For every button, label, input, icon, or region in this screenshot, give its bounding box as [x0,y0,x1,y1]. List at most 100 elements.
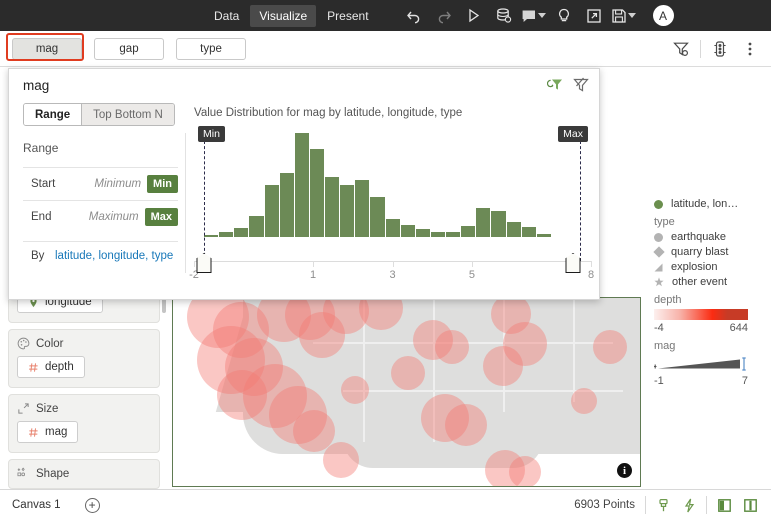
field-pill-label: mag [45,426,68,438]
card-label-color: Color [36,337,64,350]
map-view[interactable]: i [172,297,641,487]
histogram-bar [370,197,385,237]
mag-size-ramp [654,355,748,373]
application-window: Data Visualize Present A mag gap type lo… [0,0,771,520]
sidebar-card-color[interactable]: Color depth [8,329,160,388]
chevron-down-icon[interactable] [628,13,637,18]
legend-mag-header: mag [654,340,676,352]
popup-header-actions [547,77,589,98]
bulb-icon[interactable] [549,0,579,31]
redo-icon[interactable] [429,0,459,31]
export-icon[interactable] [579,0,609,31]
panel-right-icon[interactable] [737,492,763,518]
run-icon[interactable] [459,0,489,31]
histogram-bar [400,224,415,237]
top-icon-group: A [399,0,674,31]
shape-icon [17,467,26,477]
histogram-bar [219,231,234,237]
filter-mode-range[interactable]: Range [24,104,82,125]
histogram-bar [279,172,294,237]
axis-tick-label: 8 [587,269,595,281]
range-start-input[interactable]: Minimum [69,178,147,190]
database-icon[interactable] [489,0,519,31]
filter-tab-gap[interactable]: gap [94,37,164,60]
card-label-size: Size [36,402,59,415]
brush-icon[interactable] [650,492,676,518]
clear-filter-icon[interactable] [573,77,589,98]
panel-left-icon[interactable] [711,492,737,518]
popup-divider [185,133,186,273]
axis-tick [313,261,315,267]
lightning-icon[interactable] [676,492,702,518]
topnav-data[interactable]: Data [205,5,248,27]
traffic-light-icon[interactable] [705,34,735,64]
histogram-bar [340,185,355,237]
axis-tick-label: 1 [310,269,317,281]
value-distribution-chart: Value Distribution for mag by latitude, … [189,107,594,291]
by-value-link[interactable]: latitude, longitude, type [55,250,173,262]
sidebar-card-size[interactable]: Size mag [8,394,160,453]
range-start-label: Start [31,178,56,190]
histogram-bar [325,176,340,237]
chart-plot-area: -2 1 3 5 8 Min Max [189,126,594,281]
axis-tick-label: 3 [389,269,396,281]
hash-icon [29,427,38,437]
range-start-min-button[interactable]: Min [147,175,178,193]
axis-tick [392,261,394,267]
sidebar-card-shape[interactable]: Shape [8,459,160,489]
chart-tick-labels: -2 1 3 5 8 [189,269,595,283]
canvas-label[interactable]: Canvas 1 [12,499,61,511]
range-row-start: Start Minimum Min [23,167,178,200]
map-point [509,456,541,486]
topnav-present[interactable]: Present [318,5,377,27]
apply-filter-icon[interactable] [547,77,563,98]
range-end-input[interactable]: Maximum [69,211,145,223]
hash-icon [29,362,38,372]
field-pill-mag[interactable]: mag [17,421,79,443]
map-point [571,388,597,414]
filter-tab-type[interactable]: type [176,37,246,60]
card-title-shape: Shape [17,467,151,480]
legend-type-earthquake: earthquake [654,231,771,243]
histogram-bar [430,231,445,237]
depth-ramp-labels: -4 644 [654,322,748,334]
field-pill-depth[interactable]: depth [17,356,85,378]
save-icon[interactable] [609,0,639,31]
filter-settings-icon[interactable] [666,34,696,64]
filter-tab-mag[interactable]: mag [12,37,82,60]
map-point [445,404,487,446]
legend-type-quarry-blast: quarry blast [652,246,771,258]
range-end-max-button[interactable]: Max [144,208,178,226]
range-section-label: Range [23,141,59,155]
topnav-visualize[interactable]: Visualize [250,4,317,27]
popup-header: mag [9,69,599,99]
filter-mode-segmented: Range Top Bottom N [23,103,175,126]
undo-icon[interactable] [399,0,429,31]
filter-mode-top-bottom-n[interactable]: Top Bottom N [81,104,174,125]
histogram-bar [491,211,506,237]
legend-item-label: explosion [671,261,718,273]
histogram-bar [415,228,430,237]
histogram-bar [521,226,536,237]
depth-max-label: 644 [729,322,748,334]
histogram-bar [446,231,461,237]
add-canvas-icon[interactable]: + [84,497,100,513]
axis-tick-label: 5 [468,269,475,281]
field-pill-label: depth [45,361,74,373]
legend-series-row: latitude, lon… [654,198,771,210]
min-range-handle[interactable] [196,253,212,273]
axis-tick [591,261,592,267]
info-icon[interactable]: i [617,463,632,478]
map-point [435,330,469,364]
state-border [573,298,575,402]
avatar[interactable]: A [652,5,674,26]
comment-icon[interactable] [519,0,549,31]
diamond-marker-icon [652,246,665,258]
max-handle-line [580,141,581,261]
legend-item-label: quarry blast [671,246,729,258]
min-handle-line [204,141,205,261]
map-point [217,370,267,420]
max-range-handle[interactable] [565,253,581,273]
chevron-down-icon[interactable] [538,13,547,18]
more-options-icon[interactable] [735,34,765,64]
